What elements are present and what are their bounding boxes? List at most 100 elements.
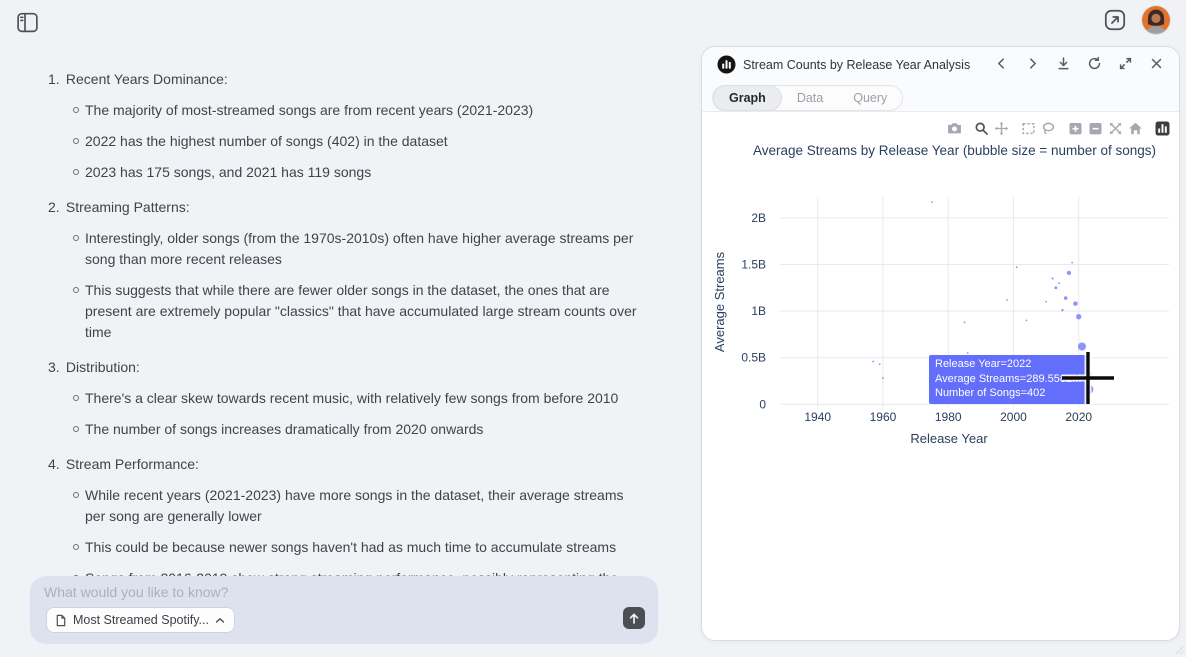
x-tick-label: 1980 bbox=[935, 410, 962, 424]
list-item-text: The number of songs increases dramatical… bbox=[85, 419, 483, 440]
bubble-year-2001[interactable] bbox=[1016, 266, 1018, 268]
list-item-text: While recent years (2021-2023) have more… bbox=[85, 485, 643, 527]
bullet-icon bbox=[73, 287, 79, 293]
box-select-icon[interactable] bbox=[1020, 120, 1037, 137]
bubble-year-2017[interactable] bbox=[1067, 271, 1071, 275]
bubble-year-2021[interactable] bbox=[1078, 342, 1086, 350]
tab-group: Graph Data Query bbox=[712, 85, 903, 111]
bubble-year-1998[interactable] bbox=[1006, 299, 1008, 301]
y-tick-label: 0.5B bbox=[741, 351, 766, 365]
send-button[interactable] bbox=[623, 607, 645, 629]
user-avatar[interactable] bbox=[1142, 6, 1170, 34]
bullet-icon bbox=[73, 138, 79, 144]
bubble-year-1960[interactable] bbox=[882, 377, 884, 379]
x-tick-label: 1960 bbox=[870, 410, 897, 424]
bubble-year-2019[interactable] bbox=[1073, 301, 1078, 306]
list-item: While recent years (2021-2023) have more… bbox=[48, 485, 648, 527]
bullet-icon bbox=[73, 492, 79, 498]
bubble-year-1975[interactable] bbox=[931, 201, 933, 203]
bubble-year-2012[interactable] bbox=[1052, 277, 1054, 279]
y-tick-label: 0 bbox=[759, 397, 766, 411]
close-icon bbox=[1149, 56, 1164, 71]
section-title: 2. Streaming Patterns: bbox=[48, 197, 660, 218]
zoom-out-icon[interactable] bbox=[1087, 120, 1104, 137]
refresh-button[interactable] bbox=[1081, 50, 1107, 76]
panel-title: Stream Counts by Release Year Analysis bbox=[743, 58, 970, 72]
question-input[interactable] bbox=[44, 584, 464, 600]
section-number: 2. bbox=[48, 197, 62, 218]
chart-area: Average Streams by Release Year (bubble … bbox=[702, 113, 1179, 471]
tab-data[interactable]: Data bbox=[782, 85, 838, 111]
plotly-logo-icon[interactable] bbox=[1154, 120, 1171, 137]
panel-nav bbox=[983, 50, 1169, 76]
bubble-year-1959[interactable] bbox=[879, 363, 881, 365]
list-item: There's a clear skew towards recent musi… bbox=[48, 388, 648, 409]
list-item-text: There's a clear skew towards recent musi… bbox=[85, 388, 618, 409]
bubble-year-1985[interactable] bbox=[964, 321, 966, 323]
sidebar-toggle-button[interactable] bbox=[13, 8, 41, 36]
bubble-year-2016[interactable] bbox=[1064, 296, 1068, 300]
list-item-text: 2022 has the highest number of songs (40… bbox=[85, 131, 448, 152]
avatar-photo bbox=[1142, 6, 1170, 34]
download-button[interactable] bbox=[1050, 50, 1076, 76]
zoom-in-icon[interactable] bbox=[1067, 120, 1084, 137]
resize-grip-icon[interactable] bbox=[1172, 643, 1184, 655]
reset-axes-icon[interactable] bbox=[1127, 120, 1144, 137]
close-button[interactable] bbox=[1143, 50, 1169, 76]
bubble-year-2018[interactable] bbox=[1071, 262, 1073, 264]
section-title-text: Streaming Patterns: bbox=[62, 199, 190, 215]
bubble-year-1986[interactable] bbox=[967, 352, 969, 354]
list-item: 2023 has 175 songs, and 2021 has 119 son… bbox=[48, 162, 648, 183]
dataset-chip[interactable]: Most Streamed Spotify... bbox=[46, 607, 235, 633]
bubble-year-2014[interactable] bbox=[1058, 282, 1060, 284]
section-number: 1. bbox=[48, 69, 62, 90]
dataset-chip-label: Most Streamed Spotify... bbox=[73, 613, 209, 627]
composer[interactable]: Most Streamed Spotify... bbox=[30, 576, 658, 644]
chart-tooltip: Release Year=2022 Average Streams=289.55… bbox=[929, 355, 1087, 404]
list-item-text: Interestingly, older songs (from the 197… bbox=[85, 228, 643, 270]
list-item: The number of songs increases dramatical… bbox=[48, 419, 648, 440]
y-axis-title: Average Streams bbox=[712, 251, 727, 352]
camera-icon[interactable] bbox=[946, 120, 963, 137]
y-tick-label: 2B bbox=[751, 211, 766, 225]
bullet-icon bbox=[73, 107, 79, 113]
analysis-list: 1. Recent Years Dominance:The majority o… bbox=[48, 69, 660, 631]
section-number: 3. bbox=[48, 357, 62, 378]
bullet-icon bbox=[73, 395, 79, 401]
lasso-icon[interactable] bbox=[1040, 120, 1057, 137]
sidebar-layout-icon bbox=[15, 10, 40, 35]
bubble-chart[interactable]: 1940196019802000202000.5B1B1.5B2BRelease… bbox=[702, 113, 1179, 471]
tooltip-line: Average Streams=289.5582M bbox=[935, 372, 1081, 387]
next-button[interactable] bbox=[1019, 50, 1045, 76]
bubble-year-2004[interactable] bbox=[1026, 320, 1028, 322]
topbar-actions bbox=[1102, 6, 1170, 34]
tab-query[interactable]: Query bbox=[838, 85, 902, 111]
bubble-year-2015[interactable] bbox=[1061, 309, 1063, 311]
tooltip-line: Number of Songs=402 bbox=[935, 386, 1081, 401]
tooltip-line: Release Year=2022 bbox=[935, 357, 1081, 372]
x-axis-title: Release Year bbox=[910, 431, 988, 446]
list-item: The majority of most-streamed songs are … bbox=[48, 100, 648, 121]
pan-icon[interactable] bbox=[993, 120, 1010, 137]
list-item: 2022 has the highest number of songs (40… bbox=[48, 131, 648, 152]
tab-graph[interactable]: Graph bbox=[713, 85, 782, 111]
expand-icon bbox=[1118, 56, 1133, 71]
list-item: This could be because newer songs haven'… bbox=[48, 537, 648, 558]
file-icon bbox=[55, 614, 67, 627]
open-external-button[interactable] bbox=[1102, 7, 1128, 33]
zoom-icon[interactable] bbox=[973, 120, 990, 137]
bubble-year-1957[interactable] bbox=[872, 361, 874, 363]
list-item-text: 2023 has 175 songs, and 2021 has 119 son… bbox=[85, 162, 371, 183]
arrow-up-icon bbox=[628, 612, 640, 625]
list-item-text: This suggests that while there are fewer… bbox=[85, 280, 643, 343]
bubble-year-2013[interactable] bbox=[1054, 286, 1057, 289]
prev-button[interactable] bbox=[988, 50, 1014, 76]
chevron-right-icon bbox=[1025, 56, 1040, 71]
analysis-logo-icon bbox=[717, 55, 736, 74]
bubble-year-2010[interactable] bbox=[1045, 301, 1047, 303]
expand-button[interactable] bbox=[1112, 50, 1138, 76]
autoscale-icon[interactable] bbox=[1107, 120, 1124, 137]
bullet-icon bbox=[73, 169, 79, 175]
bubble-year-2020[interactable] bbox=[1076, 314, 1081, 319]
y-tick-label: 1B bbox=[751, 304, 766, 318]
